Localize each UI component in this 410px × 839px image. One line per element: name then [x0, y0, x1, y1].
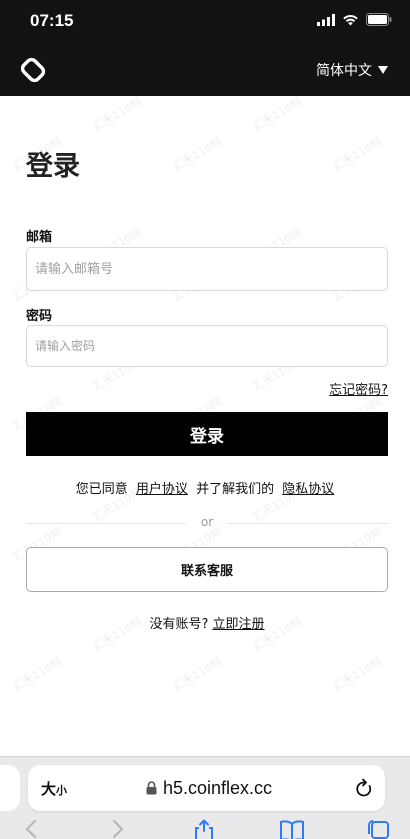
url-display[interactable]: h5.coinflex.cc — [146, 778, 272, 799]
caret-down-icon — [378, 66, 388, 74]
password-label: 密码 — [26, 309, 53, 324]
text-size-large: 大 — [41, 779, 57, 798]
page-title: 登录 — [26, 151, 80, 182]
browser-bar: 大小 h5.coinflex.cc — [0, 756, 410, 839]
back-icon[interactable] — [25, 819, 37, 839]
agree-prefix: 您已同意 — [75, 482, 128, 497]
watermark: 汇天110网 — [90, 96, 144, 134]
share-icon[interactable] — [193, 819, 215, 839]
lock-icon — [146, 781, 157, 795]
register-prompt: 没有账号? 立即注册 — [26, 613, 388, 632]
watermark: 汇天110网 — [330, 135, 384, 174]
or-divider: or — [26, 515, 388, 531]
email-label: 邮箱 — [26, 230, 53, 245]
agree-middle: 并了解我们的 — [196, 482, 275, 497]
language-label: 简体中文 — [316, 63, 372, 79]
bookmarks-icon[interactable] — [279, 819, 305, 839]
language-selector[interactable]: 简体中文 — [316, 60, 388, 80]
agreement-text: 您已同意 用户协议 并了解我们的 隐私协议 — [26, 478, 388, 497]
watermark: 汇天110网 — [170, 655, 224, 694]
wifi-icon — [343, 14, 358, 25]
user-agreement-link[interactable]: 用户协议 — [136, 482, 188, 497]
watermark: 汇天110网 — [10, 655, 64, 694]
signal-icon — [317, 13, 335, 26]
reload-icon[interactable] — [355, 778, 373, 798]
app-header: 07:15 简体中文 — [0, 0, 410, 96]
password-field[interactable] — [26, 325, 388, 367]
status-time: 07:15 — [30, 11, 74, 30]
text-size-small: 小 — [56, 783, 68, 797]
url-text: h5.coinflex.cc — [163, 777, 273, 798]
email-field[interactable] — [26, 247, 388, 291]
watermark: 汇天110网 — [170, 135, 224, 174]
tabs-icon[interactable] — [366, 819, 390, 839]
text-size-button[interactable]: 大小 — [41, 778, 67, 799]
or-label: or — [200, 515, 214, 529]
status-icons — [317, 13, 392, 26]
privacy-policy-link[interactable]: 隐私协议 — [282, 482, 334, 497]
no-account-text: 没有账号? — [149, 617, 209, 632]
address-bar[interactable]: 大小 h5.coinflex.cc — [28, 765, 385, 811]
contact-service-button[interactable]: 联系客服 — [26, 547, 388, 592]
register-link[interactable]: 立即注册 — [212, 617, 264, 632]
watermark: 汇天110网 — [330, 655, 384, 694]
forgot-password-link[interactable]: 忘记密码? — [329, 379, 388, 398]
login-button[interactable]: 登录 — [26, 412, 388, 456]
battery-icon — [366, 13, 392, 26]
watermark: 汇天110网 — [250, 96, 304, 134]
browser-toolbar — [0, 819, 410, 839]
app-logo — [20, 57, 46, 83]
previous-tab-preview[interactable] — [0, 765, 20, 811]
forward-icon[interactable] — [112, 819, 124, 839]
